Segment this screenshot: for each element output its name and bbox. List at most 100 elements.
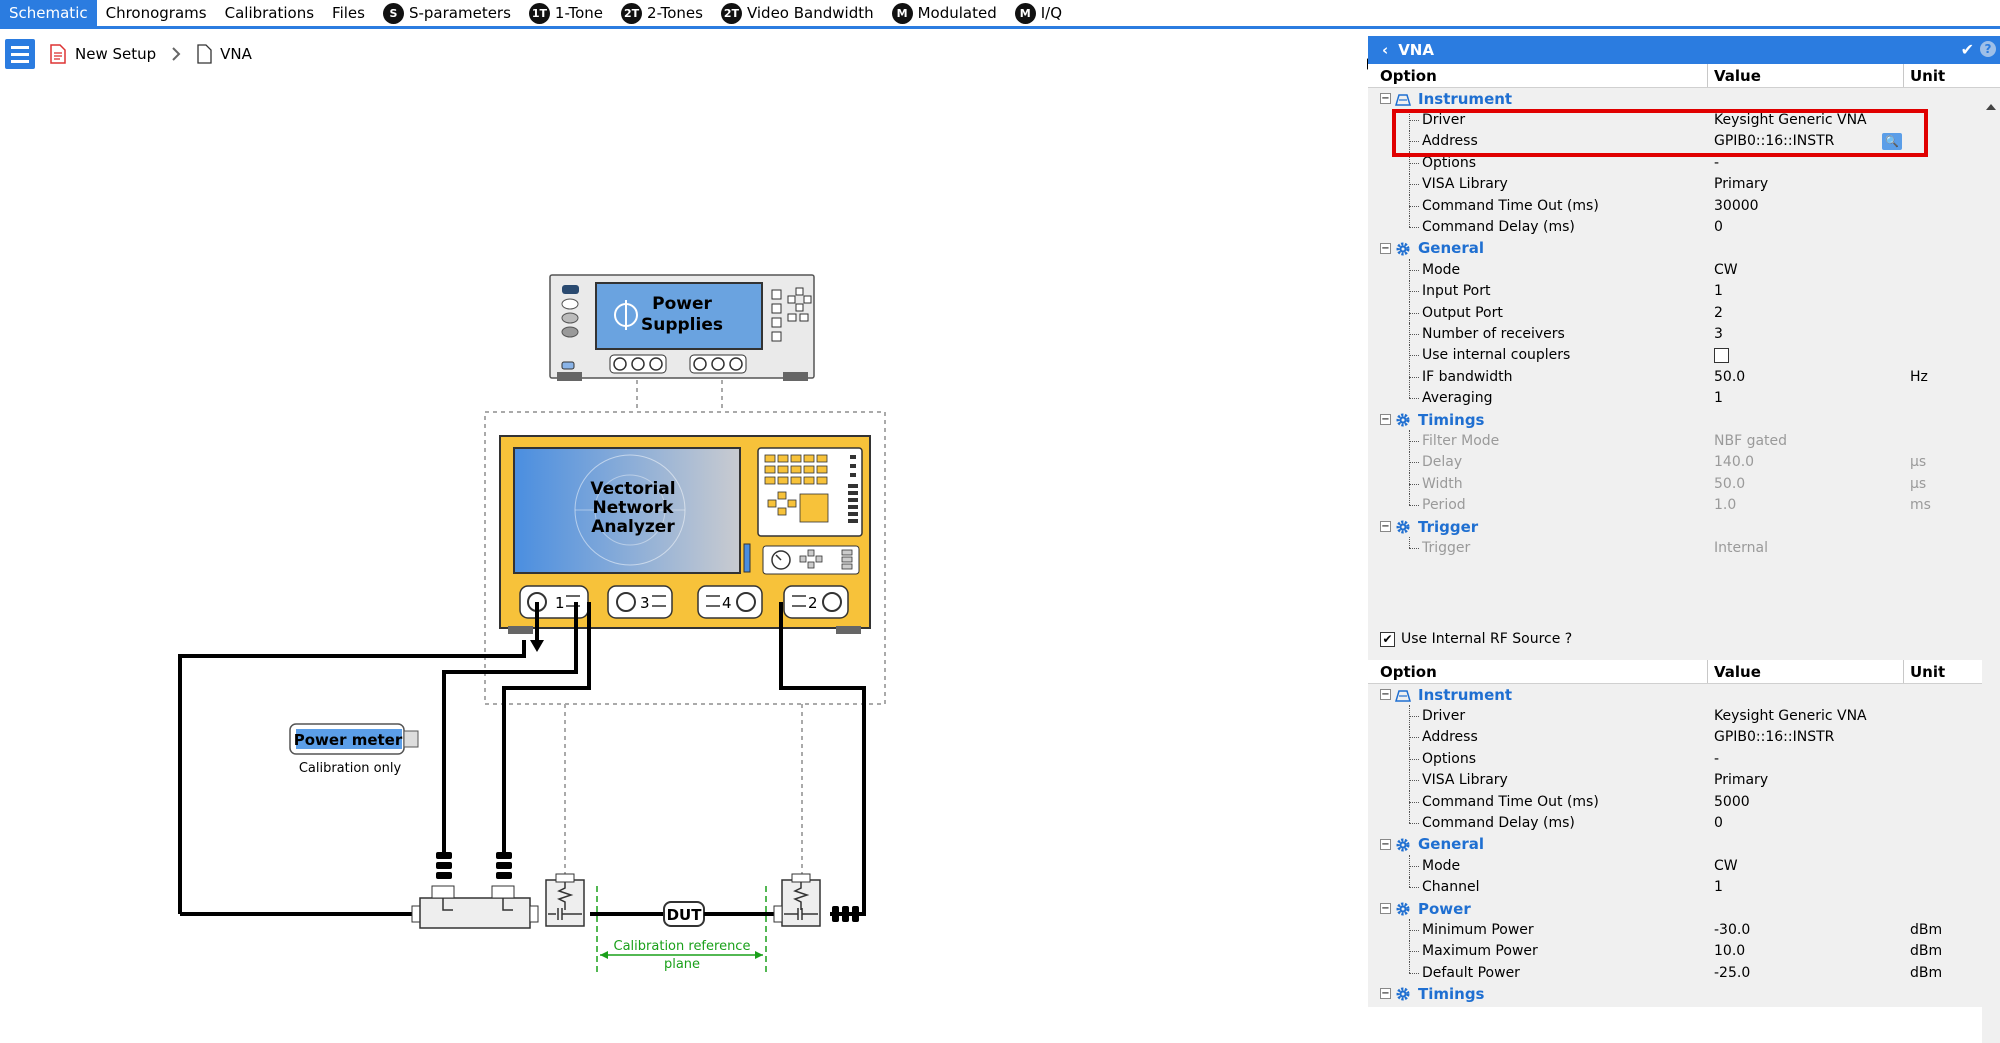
gear-icon [1396, 413, 1410, 427]
group-instrument[interactable]: − Instrument [1380, 684, 1982, 705]
vna-port-2[interactable]: 2 [783, 585, 849, 619]
rf-cables [178, 602, 866, 916]
property-value-output-port[interactable]: 2 [1708, 302, 1904, 323]
use-internal-couplers-checkbox[interactable] [1714, 347, 1729, 363]
vna-instrument[interactable]: Vectorial Network Analyzer 1 3 4 2 [499, 435, 871, 634]
group-timings[interactable]: − Timings [1380, 983, 1982, 1004]
scrollbar[interactable] [1982, 100, 2000, 1043]
tab-schematic[interactable]: Schematic [0, 0, 97, 26]
property-value-address[interactable]: GPIB0::16::INSTR [1708, 727, 1904, 748]
property-label: Output Port [1380, 301, 1708, 324]
vna-port-3[interactable]: 3 [607, 585, 673, 619]
property-value-input-port[interactable]: 1 [1708, 281, 1904, 302]
directional-coupler [411, 885, 539, 929]
property-value-channel[interactable]: 1 [1708, 877, 1904, 898]
tab-s-parameters[interactable]: S S-parameters [374, 0, 520, 26]
back-chevron-icon[interactable]: ‹ [1382, 41, 1388, 59]
collapse-icon[interactable]: − [1380, 838, 1391, 850]
confirm-check-icon[interactable]: ✔ [1961, 40, 1974, 59]
help-icon[interactable]: ? [1980, 41, 1996, 57]
property-row-options[interactable]: Options - [1380, 748, 1982, 770]
property-value-default-power[interactable]: -25.0 [1708, 962, 1904, 983]
collapse-icon[interactable]: − [1380, 988, 1391, 1000]
property-value-mode[interactable]: CW [1708, 855, 1904, 876]
power-supplies-label-1: Power [652, 294, 712, 314]
property-row-mode[interactable]: Mode CW [1380, 259, 2000, 281]
tab-video-bandwidth[interactable]: 2T Video Bandwidth [712, 0, 883, 26]
property-value-width: 50.0 [1708, 473, 1904, 494]
property-value-visa-library[interactable]: Primary [1708, 174, 1904, 195]
property-value-command-time-out-ms[interactable]: 5000 [1708, 791, 1904, 812]
property-row-command-time-out-ms[interactable]: Command Time Out (ms) 5000 [1380, 790, 1982, 813]
collapse-icon[interactable]: − [1380, 413, 1391, 425]
value-text: -30.0 [1714, 921, 1751, 938]
property-value-use-internal-couplers[interactable] [1708, 345, 1904, 366]
collapse-icon[interactable]: − [1380, 520, 1391, 532]
tab-1-tone[interactable]: 1T 1-Tone [520, 0, 612, 26]
breadcrumb-current[interactable]: VNA [220, 45, 252, 63]
property-unit: dBm [1910, 964, 1943, 981]
vna-port-4[interactable]: 4 [697, 585, 763, 619]
group-instrument[interactable]: − Instrument [1380, 88, 2000, 109]
property-row-visa-library[interactable]: VISA Library Primary [1380, 769, 1982, 792]
property-value-if-bandwidth[interactable]: 50.0 [1708, 366, 1904, 387]
tab-2-tones[interactable]: 2T 2-Tones [612, 0, 712, 26]
tab-i-q[interactable]: M I/Q [1006, 0, 1071, 26]
tab-chronograms[interactable]: Chronograms [97, 0, 216, 26]
property-row-command-delay-ms[interactable]: Command Delay (ms) 0 [1380, 812, 1982, 833]
property-row-if-bandwidth[interactable]: IF bandwidth 50.0 Hz [1380, 366, 2000, 388]
collapse-icon[interactable]: − [1380, 689, 1391, 700]
group-power[interactable]: − Power [1380, 898, 1982, 919]
property-value-command-delay-ms[interactable]: 0 [1708, 216, 1904, 237]
group-general[interactable]: − General [1380, 238, 2000, 259]
power-supplies-instrument[interactable]: Power Supplies [549, 274, 815, 381]
hamburger-menu-button[interactable] [5, 39, 35, 69]
use-internal-rf-source-row[interactable]: ✔ Use Internal RF Source ? [1380, 631, 1572, 647]
property-row-averaging[interactable]: Averaging 1 [1380, 387, 2000, 408]
group-timings[interactable]: − Timings [1380, 409, 2000, 430]
power-meter[interactable]: Power meter Calibration only [289, 723, 419, 776]
property-row-default-power[interactable]: Default Power -25.0 dBm [1380, 962, 1982, 983]
group-trigger[interactable]: − Trigger [1380, 516, 2000, 537]
property-row-use-internal-couplers[interactable]: Use internal couplers [1380, 344, 2000, 367]
property-unit [1904, 791, 1974, 812]
property-value-command-delay-ms[interactable]: 0 [1708, 812, 1904, 833]
property-value-visa-library[interactable]: Primary [1708, 770, 1904, 791]
collapse-icon[interactable]: − [1380, 93, 1391, 104]
tab-modulated[interactable]: M Modulated [883, 0, 1006, 26]
property-row-output-port[interactable]: Output Port 2 [1380, 301, 2000, 324]
dut-block[interactable]: DUT [663, 901, 705, 927]
property-value-number-of-receivers[interactable]: 3 [1708, 323, 1904, 344]
breadcrumb-root[interactable]: New Setup [75, 45, 156, 63]
property-row-number-of-receivers[interactable]: Number of receivers 3 [1380, 323, 2000, 346]
property-row-input-port[interactable]: Input Port 1 [1380, 280, 2000, 303]
property-row-visa-library[interactable]: VISA Library Primary [1380, 173, 2000, 196]
value-text: 1 [1714, 283, 1723, 300]
property-value-mode[interactable]: CW [1708, 259, 1904, 280]
property-row-minimum-power[interactable]: Minimum Power -30.0 dBm [1380, 919, 1982, 942]
property-value-maximum-power[interactable]: 10.0 [1708, 941, 1904, 962]
value-text: Primary [1714, 772, 1769, 789]
property-value-command-time-out-ms[interactable]: 30000 [1708, 195, 1904, 216]
tab-files[interactable]: Files [323, 0, 374, 26]
collapse-icon[interactable]: − [1380, 242, 1391, 254]
group-general[interactable]: − General [1380, 834, 1982, 855]
property-value-minimum-power[interactable]: -30.0 [1708, 919, 1904, 940]
use-internal-rf-source-checkbox[interactable]: ✔ [1380, 631, 1395, 647]
property-row-maximum-power[interactable]: Maximum Power 10.0 dBm [1380, 940, 1982, 963]
property-row-command-time-out-ms[interactable]: Command Time Out (ms) 30000 [1380, 194, 2000, 217]
property-value-averaging[interactable]: 1 [1708, 387, 1904, 408]
property-row-driver[interactable]: Driver Keysight Generic VNA [1380, 705, 1982, 728]
property-value-driver[interactable]: Keysight Generic VNA [1708, 705, 1904, 726]
property-row-mode[interactable]: Mode CW [1380, 855, 1982, 877]
value-text: CW [1714, 261, 1738, 278]
property-label: Channel [1380, 876, 1708, 898]
property-value-options[interactable]: - [1708, 748, 1904, 769]
property-row-channel[interactable]: Channel 1 [1380, 876, 1982, 898]
collapse-icon[interactable]: − [1380, 902, 1391, 914]
property-row-command-delay-ms[interactable]: Command Delay (ms) 0 [1380, 216, 2000, 237]
value-text: 30000 [1714, 197, 1759, 214]
tab-calibrations[interactable]: Calibrations [216, 0, 323, 26]
property-row-address[interactable]: Address GPIB0::16::INSTR [1380, 726, 1982, 749]
group-label: Timings [1418, 410, 1485, 429]
